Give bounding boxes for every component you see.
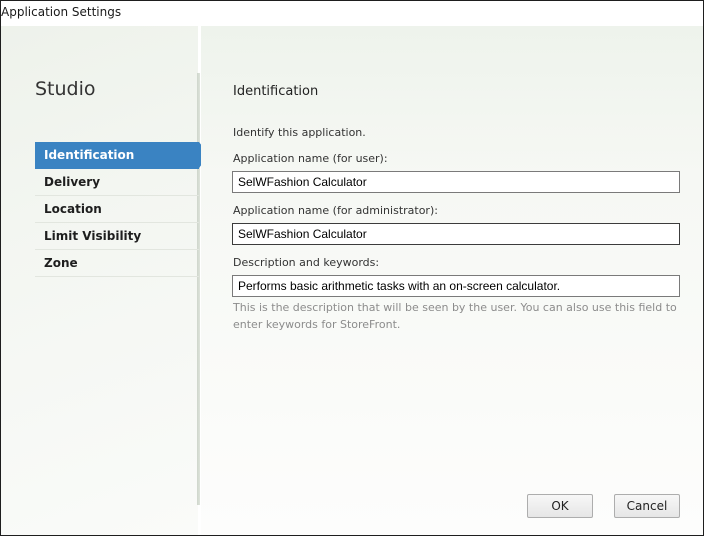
user-name-input[interactable] [232, 171, 680, 193]
admin-name-label: Application name (for administrator): [233, 204, 438, 217]
description-hint: This is the description that will be see… [233, 301, 677, 331]
application-settings-window: Application Settings Studio Identificati… [0, 0, 704, 536]
ok-button[interactable]: OK [527, 494, 593, 518]
sidebar [1, 26, 198, 535]
sidebar-nav: Identification Delivery Location Limit V… [35, 142, 209, 277]
window-title: Application Settings [1, 5, 122, 19]
section-title: Identification [233, 84, 319, 99]
sidebar-item-delivery[interactable]: Delivery [35, 169, 199, 196]
admin-name-input[interactable] [232, 223, 680, 245]
studio-heading: Studio [35, 78, 96, 100]
sidebar-item-limit-visibility[interactable]: Limit Visibility [35, 223, 199, 250]
sidebar-divider [197, 73, 200, 505]
description-label: Description and keywords: [233, 256, 380, 269]
title-bar: Application Settings [1, 1, 703, 26]
cancel-button[interactable]: Cancel [614, 494, 680, 518]
description-input[interactable] [232, 275, 680, 297]
sidebar-item-zone[interactable]: Zone [35, 250, 199, 277]
user-name-label: Application name (for user): [233, 152, 388, 165]
sidebar-item-location[interactable]: Location [35, 196, 199, 223]
sidebar-item-identification[interactable]: Identification [35, 142, 209, 169]
intro-text: Identify this application. [233, 126, 366, 139]
